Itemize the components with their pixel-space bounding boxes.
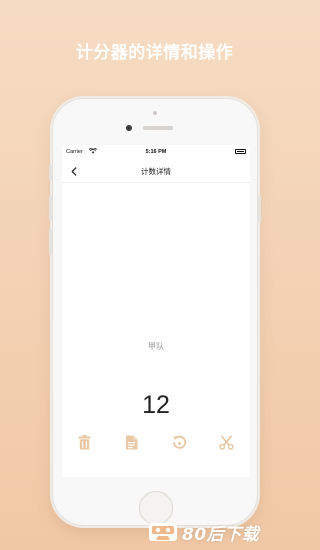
status-time: 5:16 PM <box>145 149 167 155</box>
cassette-icon <box>149 523 177 541</box>
status-bar: Carrier 5:16 PM <box>62 145 250 159</box>
front-camera <box>126 125 132 131</box>
reset-icon <box>172 435 186 449</box>
battery-icon <box>235 149 246 154</box>
team-name: 甲队 <box>148 342 164 351</box>
app-screen: Carrier 5:16 PM 计数详情 甲队 12 <box>62 145 250 477</box>
record-button[interactable] <box>118 429 144 455</box>
home-button[interactable] <box>139 491 173 525</box>
scissors-icon <box>218 435 234 450</box>
reset-button[interactable] <box>166 429 192 455</box>
proximity-sensor <box>153 111 157 115</box>
promo-headline: 计分器的详情和操作 <box>75 43 234 63</box>
cut-button[interactable] <box>213 429 239 455</box>
watermark-logo: 80后下载 <box>148 521 303 545</box>
action-toolbar <box>62 429 250 455</box>
earpiece-speaker <box>143 126 173 130</box>
delete-button[interactable] <box>71 429 97 455</box>
phone-frame: Carrier 5:16 PM 计数详情 甲队 12 <box>49 98 261 526</box>
volume-up-button <box>49 195 52 221</box>
count-value: 12 <box>142 391 170 419</box>
navigation-bar: 计数详情 <box>62 159 250 183</box>
page-title: 计数详情 <box>141 167 171 176</box>
power-button <box>258 195 261 223</box>
watermark-text: 80后下载 <box>182 524 260 545</box>
volume-down-button <box>49 229 52 255</box>
trash-icon <box>78 434 90 449</box>
mute-switch <box>49 165 52 181</box>
document-icon <box>125 435 137 449</box>
